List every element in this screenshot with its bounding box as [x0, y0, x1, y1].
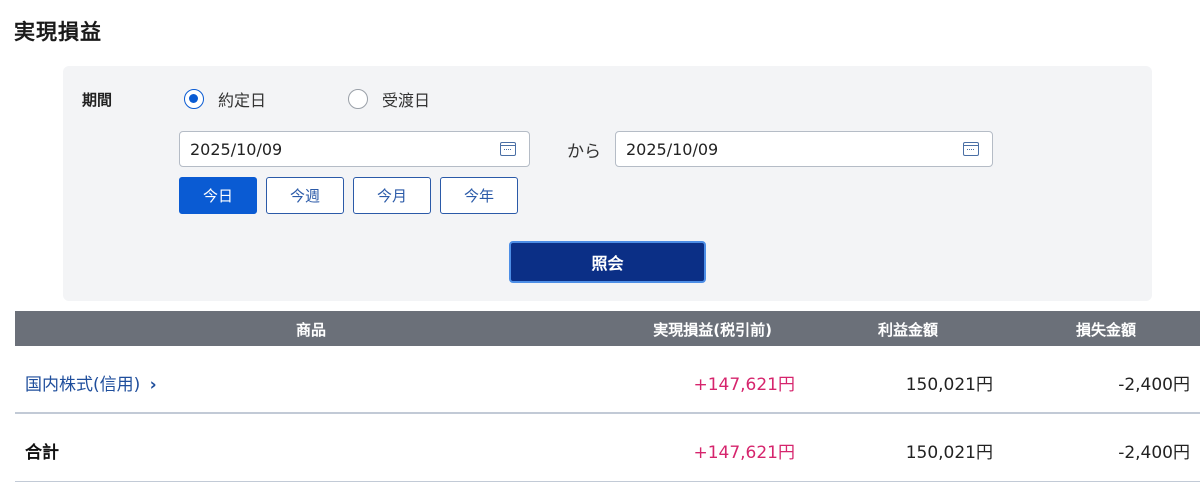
page-title: 実現損益 [14, 20, 102, 44]
calendar-icon[interactable] [963, 142, 979, 156]
header-realized-pl: 実現損益(税引前) [653, 321, 772, 339]
radio-settlement-date-label: 受渡日 [382, 91, 431, 110]
total-loss-value: -2,400円 [1118, 443, 1190, 463]
table-header: 商品 実現損益(税引前) 利益金額 損失金額 [15, 311, 1200, 346]
loss-value: -2,400円 [1118, 375, 1190, 395]
today-button[interactable]: 今日 [179, 177, 257, 214]
radio-checked-icon [184, 89, 204, 109]
header-loss: 損失金額 [1075, 321, 1136, 339]
date-from-field[interactable]: 2025/10/09 [179, 131, 530, 167]
filter-panel: 期間 約定日 受渡日 2025/10/09 から 2025/10/09 今日 今… [63, 66, 1152, 301]
total-row: 合計 +147,621円 150,021円 -2,400円 [15, 414, 1200, 482]
total-profit-value: 150,021円 [905, 443, 993, 463]
query-button[interactable]: 照会 [509, 241, 706, 283]
this-year-button[interactable]: 今年 [440, 177, 518, 214]
profit-value: 150,021円 [905, 375, 993, 395]
period-label: 期間 [82, 91, 113, 109]
date-range-separator: から [567, 142, 601, 162]
table-row: 国内株式(信用) › +147,621円 150,021円 -2,400円 [15, 346, 1200, 414]
date-from-value: 2025/10/09 [190, 139, 283, 159]
total-label: 合計 [25, 443, 59, 463]
calendar-icon[interactable] [500, 142, 516, 156]
realized-pl-value: +147,621円 [693, 375, 795, 395]
date-to-value: 2025/10/09 [626, 139, 719, 159]
results-table: 商品 実現損益(税引前) 利益金額 損失金額 国内株式(信用) › +147,6… [15, 311, 1200, 482]
product-link[interactable]: 国内株式(信用) › [25, 370, 157, 395]
product-name: 国内株式(信用) [25, 375, 141, 395]
radio-trade-date-label: 約定日 [218, 91, 267, 110]
this-week-button[interactable]: 今週 [266, 177, 344, 214]
radio-unchecked-icon [348, 89, 368, 109]
header-profit: 利益金額 [877, 321, 938, 339]
radio-settlement-date[interactable]: 受渡日 [348, 88, 430, 110]
total-realized-pl-value: +147,621円 [693, 443, 795, 463]
chevron-right-icon: › [149, 375, 157, 395]
this-month-button[interactable]: 今月 [353, 177, 431, 214]
radio-trade-date[interactable]: 約定日 [184, 88, 266, 110]
date-to-field[interactable]: 2025/10/09 [615, 131, 993, 167]
header-product: 商品 [296, 321, 327, 339]
